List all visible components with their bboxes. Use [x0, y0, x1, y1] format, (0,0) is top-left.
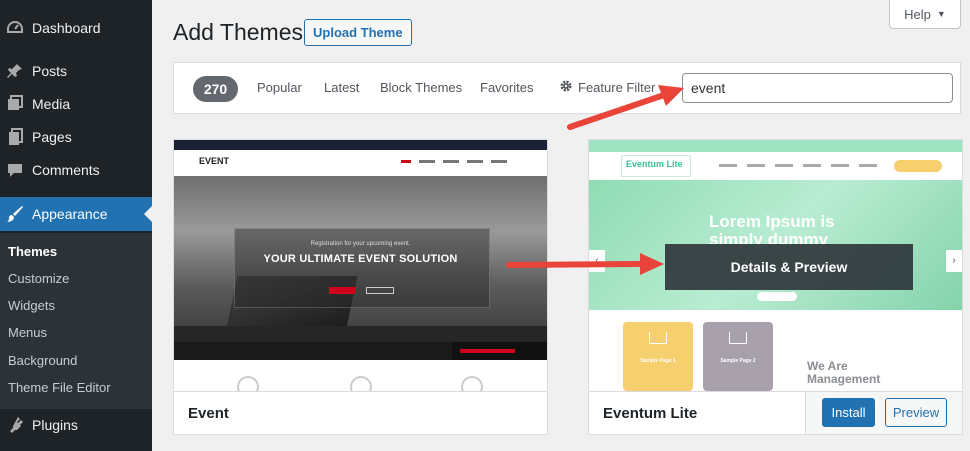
preview-button[interactable]: Preview — [885, 398, 947, 427]
submenu-item-menus[interactable]: Menus — [8, 325, 47, 340]
feature-filter-button[interactable]: Feature Filter — [559, 79, 655, 96]
sidebar-item-label: Pages — [32, 129, 72, 145]
sidebar-item-comments[interactable]: Comments — [0, 153, 152, 187]
sidebar-item-pages[interactable]: Pages — [0, 120, 152, 154]
preview-next-arrow-icon: › — [946, 250, 962, 272]
theme-filter-bar: 270 Popular Latest Block Themes Favorite… — [173, 62, 961, 114]
caret-down-icon: ▼ — [936, 9, 946, 19]
details-preview-button[interactable]: Details & Preview — [665, 244, 913, 290]
sidebar-item-appearance[interactable]: Appearance — [0, 197, 152, 231]
pin-icon — [6, 62, 24, 80]
preview-prev-arrow-icon: ‹ — [589, 250, 605, 272]
appearance-submenu: Themes Customize Widgets Menus Backgroun… — [0, 233, 152, 409]
theme-name: Eventum Lite — [603, 405, 698, 422]
filter-favorites-link[interactable]: Favorites — [480, 80, 533, 95]
preview-topbar — [174, 140, 547, 150]
preview-hero-line1: Lorem Ipsum is — [709, 212, 835, 231]
preview-topbar — [589, 140, 962, 152]
theme-name-bar: Event — [174, 391, 547, 434]
media-icon — [6, 95, 24, 113]
pages-icon — [6, 128, 24, 146]
preview-tagline: Registration for your upcoming event. — [310, 241, 411, 247]
sidebar-item-label: Media — [32, 96, 71, 112]
filter-latest-link[interactable]: Latest — [324, 80, 359, 95]
filter-popular-link[interactable]: Popular — [257, 80, 302, 95]
preview-bottom-bar — [174, 342, 547, 360]
sidebar-item-media[interactable]: Media — [0, 87, 152, 121]
preview-lower-section: Sample Page 1 Sample Page 2 We Are Manag… — [589, 310, 962, 391]
theme-name: Event — [188, 405, 229, 422]
theme-count-badge: 270 — [193, 76, 238, 102]
page-title: Add Themes — [173, 19, 303, 45]
preview-logo: EVENT — [199, 156, 230, 166]
preview-headline: YOUR ULTIMATE EVENT SOLUTION — [263, 253, 458, 265]
sidebar-item-dashboard[interactable]: Dashboard — [0, 11, 152, 45]
preview-nav-button — [894, 160, 942, 172]
feature-filter-label: Feature Filter — [578, 80, 656, 95]
preview-cta — [329, 287, 356, 294]
sidebar-item-label: Comments — [32, 162, 100, 178]
gear-icon — [559, 79, 573, 96]
preview-management-text: We Are Management — [807, 359, 881, 386]
theme-screenshot[interactable]: Eventum Lite Lorem Ipsum is simply dummy… — [589, 140, 962, 391]
sidebar-item-label: Posts — [32, 63, 68, 79]
sidebar-item-posts[interactable]: Posts — [0, 54, 152, 88]
theme-screenshot[interactable]: EVENT Registration for your upcoming eve… — [174, 140, 547, 391]
theme-card-event[interactable]: EVENT Registration for your upcoming eve… — [173, 139, 548, 435]
help-label: Help — [904, 6, 931, 22]
submenu-item-background[interactable]: Background — [8, 353, 77, 368]
submenu-item-customize[interactable]: Customize — [8, 271, 69, 286]
preview-nav: EVENT — [174, 150, 547, 176]
submenu-item-widgets[interactable]: Widgets — [8, 298, 55, 313]
sidebar-item-label: Appearance — [32, 206, 108, 222]
submenu-item-theme-file-editor[interactable]: Theme File Editor — [8, 380, 111, 395]
help-button[interactable]: Help ▼ — [889, 0, 961, 29]
theme-search-input[interactable] — [682, 73, 953, 103]
sidebar-item-label: Dashboard — [32, 20, 101, 36]
admin-sidebar: Dashboard Posts Media Pages Comments App… — [0, 0, 152, 451]
plug-icon — [6, 416, 24, 434]
comments-icon — [6, 161, 24, 179]
upload-theme-button[interactable]: Upload Theme — [304, 19, 412, 46]
brush-icon — [6, 205, 24, 223]
install-button[interactable]: Install — [822, 398, 875, 427]
theme-card-eventum-lite[interactable]: Eventum Lite Lorem Ipsum is simply dummy… — [588, 139, 963, 435]
filter-block-themes-link[interactable]: Block Themes — [380, 80, 462, 95]
sidebar-item-plugins[interactable]: Plugins — [0, 408, 152, 442]
preview-cta-secondary — [366, 287, 394, 294]
preview-logo: Eventum Lite — [621, 155, 691, 177]
preview-sample-card: Sample Page 2 — [703, 322, 773, 391]
preview-sample-card: Sample Page 1 — [623, 322, 693, 391]
sidebar-item-label: Plugins — [32, 417, 78, 433]
submenu-item-themes[interactable]: Themes — [8, 244, 57, 259]
preview-nav: Eventum Lite — [589, 152, 962, 180]
preview-hero — [174, 176, 547, 360]
dashboard-icon — [6, 19, 24, 37]
preview-menu — [401, 160, 507, 163]
preview-menu — [719, 164, 877, 167]
